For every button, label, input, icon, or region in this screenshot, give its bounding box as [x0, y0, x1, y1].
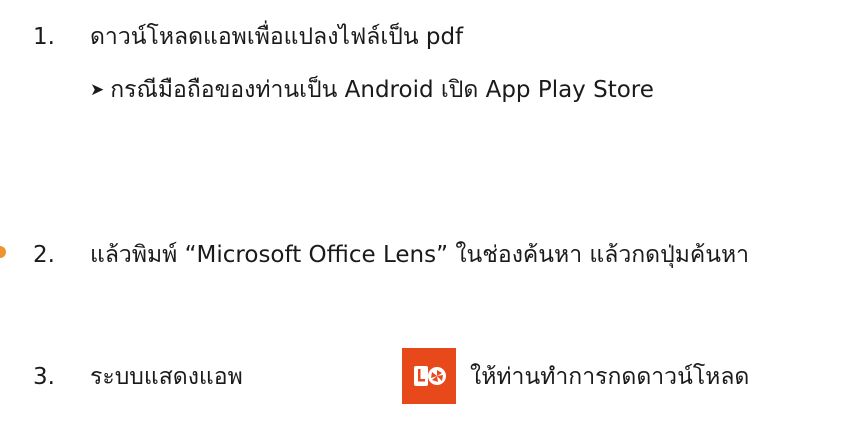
step-3-text-after: ให้ท่านทำการกดดาวน์โหลด [470, 364, 750, 390]
step-3-number: 3. [33, 364, 55, 390]
orange-dot-icon [0, 246, 6, 258]
office-lens-app-icon [402, 348, 456, 404]
step-1-subitem-text: กรณีมือถือของท่านเป็น Android เปิด App P… [110, 77, 654, 103]
step-1-number: 1. [33, 24, 55, 50]
arrowhead-bullet-icon: ➤ [90, 80, 105, 100]
step-2-number: 2. [33, 242, 55, 268]
step-1-subitem: ➤ กรณีมือถือของท่านเป็น Android เปิด App … [90, 75, 654, 105]
step-3-text-before: ระบบแสดงแอพ [90, 364, 243, 390]
step-1-text: ดาวน์โหลดแอพเพื่อแปลงไฟล์เป็น pdf [90, 24, 464, 50]
step-2-text: แล้วพิมพ์ “Microsoft Office Lens” ในช่อง… [90, 242, 750, 268]
